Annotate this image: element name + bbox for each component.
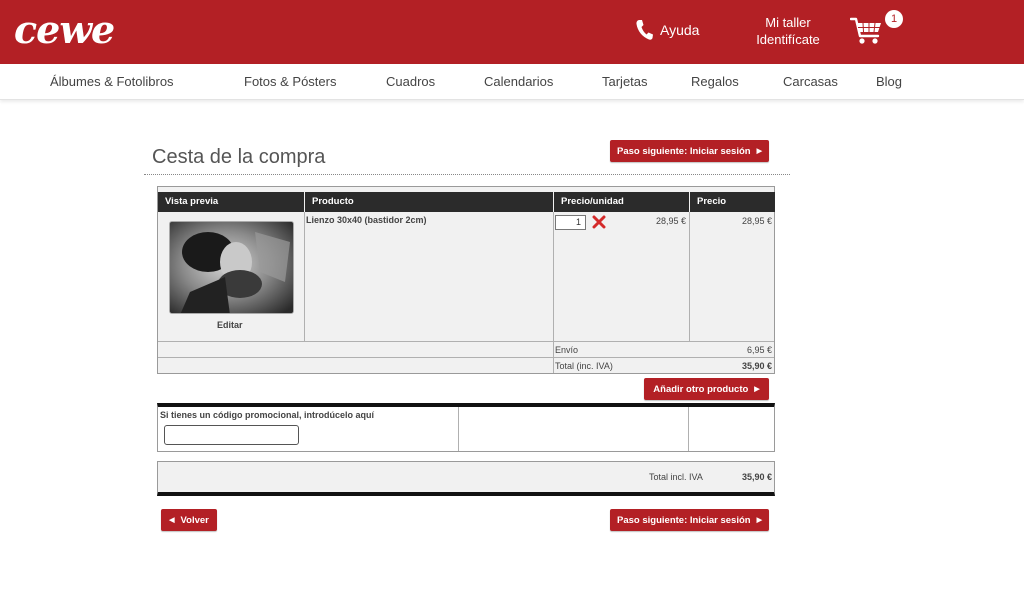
header-price: Precio bbox=[690, 192, 775, 212]
item-price: 28,95 € bbox=[741, 216, 772, 226]
promo-code-label: Si tienes un código promocional, introdú… bbox=[160, 410, 375, 420]
add-product-label: Añadir otro producto bbox=[653, 383, 749, 395]
account-login-label: Identifícate bbox=[756, 32, 820, 47]
main-navigation: Álbumes & Fotolibros Fotos & Pósters Cua… bbox=[0, 64, 1024, 100]
edit-link[interactable]: Editar bbox=[217, 320, 243, 330]
column-divider bbox=[553, 212, 554, 373]
next-step-label: Paso siguiente: Iniciar sesión bbox=[617, 514, 751, 526]
nav-item-regalos[interactable]: Regalos bbox=[691, 74, 739, 89]
header-unit-price: Precio/unidad bbox=[554, 192, 689, 212]
next-step-button-bottom[interactable]: Paso siguiente: Iniciar sesión ▶ bbox=[610, 509, 769, 531]
title-divider bbox=[144, 174, 790, 175]
account-workshop-label: Mi taller bbox=[765, 15, 811, 30]
canvas-photo-thumbnail bbox=[170, 222, 293, 313]
header-product: Producto bbox=[305, 192, 553, 212]
quantity-input[interactable]: 1 bbox=[555, 215, 586, 230]
arrow-right-icon: ▶ bbox=[756, 517, 762, 524]
order-total-section: Total incl. IVA 35,90 € bbox=[157, 461, 775, 496]
nav-item-cuadros[interactable]: Cuadros bbox=[386, 74, 435, 89]
cart-total-label: Total (inc. IVA) bbox=[555, 361, 613, 371]
cewe-logo[interactable]: cewe bbox=[14, 10, 115, 50]
nav-item-calendarios[interactable]: Calendarios bbox=[484, 74, 553, 89]
nav-item-fotos-posters[interactable]: Fotos & Pósters bbox=[244, 74, 336, 89]
top-header: cewe Ayuda Mi taller Identifícate 1 bbox=[0, 0, 1024, 64]
unit-price: 28,95 € bbox=[655, 216, 686, 226]
nav-item-albumes[interactable]: Álbumes & Fotolibros bbox=[50, 74, 174, 89]
page-title: Cesta de la compra bbox=[152, 146, 326, 168]
remove-item-icon[interactable] bbox=[592, 215, 606, 229]
next-step-button-top[interactable]: Paso siguiente: Iniciar sesión ▶ bbox=[610, 140, 769, 162]
help-label: Ayuda bbox=[660, 22, 700, 38]
cart-total-value: 35,90 € bbox=[741, 361, 772, 371]
column-divider bbox=[304, 212, 305, 341]
cart-table: Vista previa Producto Precio/unidad Prec… bbox=[157, 186, 775, 374]
nav-item-carcasas[interactable]: Carcasas bbox=[783, 74, 838, 89]
product-preview-image[interactable] bbox=[169, 221, 294, 314]
back-label: Volver bbox=[180, 514, 209, 526]
column-divider bbox=[688, 407, 689, 451]
arrow-right-icon: ▶ bbox=[754, 386, 760, 393]
nav-item-tarjetas[interactable]: Tarjetas bbox=[602, 74, 648, 89]
order-total-label: Total incl. IVA bbox=[649, 472, 703, 482]
row-divider bbox=[158, 357, 774, 358]
arrow-left-icon: ◀ bbox=[169, 517, 175, 524]
add-product-button[interactable]: Añadir otro producto ▶ bbox=[644, 378, 769, 400]
help-link[interactable]: Ayuda bbox=[634, 18, 699, 42]
row-divider bbox=[158, 341, 774, 342]
column-divider bbox=[458, 407, 459, 451]
column-divider bbox=[689, 212, 690, 341]
promo-code-input[interactable] bbox=[164, 425, 299, 445]
nav-item-blog[interactable]: Blog bbox=[876, 74, 902, 89]
phone-icon bbox=[636, 20, 653, 40]
arrow-right-icon: ▶ bbox=[756, 148, 762, 155]
shopping-cart-icon[interactable] bbox=[850, 16, 884, 46]
header-preview: Vista previa bbox=[158, 192, 304, 212]
next-step-label: Paso siguiente: Iniciar sesión bbox=[617, 145, 751, 157]
cart-count-badge: 1 bbox=[885, 10, 903, 28]
order-total-value: 35,90 € bbox=[741, 472, 772, 482]
account-link[interactable]: Mi taller Identifícate bbox=[744, 14, 832, 48]
product-name: Lienzo 30x40 (bastidor 2cm) bbox=[306, 215, 427, 225]
back-button[interactable]: ◀ Volver bbox=[161, 509, 217, 531]
shipping-value: 6,95 € bbox=[746, 345, 772, 355]
promo-code-section: Si tienes un código promocional, introdú… bbox=[157, 403, 775, 452]
shipping-label: Envío bbox=[555, 345, 579, 355]
